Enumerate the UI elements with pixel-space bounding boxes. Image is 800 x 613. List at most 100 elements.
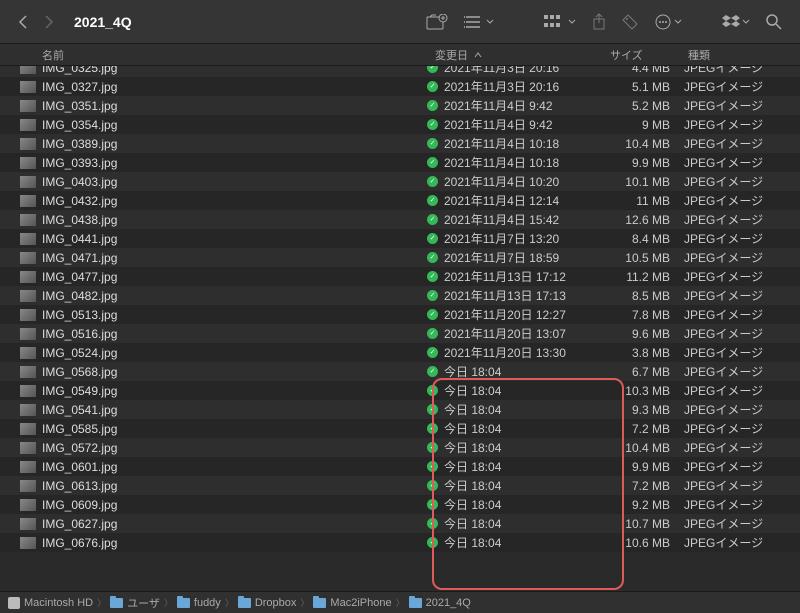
file-thumbnail-icon xyxy=(20,66,36,74)
file-row[interactable]: IMG_0325.jpg2021年11月3日 20:164.4 MBJPEGイメ… xyxy=(0,66,800,77)
sync-ok-icon xyxy=(427,347,438,358)
file-row[interactable]: IMG_0516.jpg2021年11月20日 13:079.6 MBJPEGイ… xyxy=(0,324,800,343)
file-name: IMG_0676.jpg xyxy=(42,536,117,550)
file-date-cell: 2021年11月20日 13:30 xyxy=(427,344,602,361)
file-date: 2021年11月4日 9:42 xyxy=(444,97,553,114)
file-row[interactable]: IMG_0471.jpg2021年11月7日 18:5910.5 MBJPEGイ… xyxy=(0,248,800,267)
file-date: 2021年11月13日 17:12 xyxy=(444,268,566,285)
file-name-cell: IMG_0477.jpg xyxy=(0,270,427,284)
file-name-cell: IMG_0471.jpg xyxy=(0,251,427,265)
file-row[interactable]: IMG_0389.jpg2021年11月4日 10:1810.4 MBJPEGイ… xyxy=(0,134,800,153)
file-name-cell: IMG_0327.jpg xyxy=(0,80,427,94)
file-row[interactable]: IMG_0432.jpg2021年11月4日 12:1411 MBJPEGイメー… xyxy=(0,191,800,210)
file-date: 今日 18:04 xyxy=(444,534,501,551)
sync-ok-icon xyxy=(427,81,438,92)
group-button[interactable] xyxy=(538,11,582,33)
sync-ok-icon xyxy=(427,309,438,320)
file-name-cell: IMG_0613.jpg xyxy=(0,479,427,493)
file-row[interactable]: IMG_0601.jpg今日 18:049.9 MBJPEGイメージ xyxy=(0,457,800,476)
sync-ok-icon xyxy=(427,385,438,396)
file-row[interactable]: IMG_0627.jpg今日 18:0410.7 MBJPEGイメージ xyxy=(0,514,800,533)
forward-button[interactable] xyxy=(38,11,60,33)
file-name-cell: IMG_0513.jpg xyxy=(0,308,427,322)
file-kind: JPEGイメージ xyxy=(680,496,800,513)
file-row[interactable]: IMG_0568.jpg今日 18:046.7 MBJPEGイメージ xyxy=(0,362,800,381)
file-size: 10.5 MB xyxy=(602,251,680,265)
more-button[interactable] xyxy=(648,9,688,35)
file-size: 5.2 MB xyxy=(602,99,680,113)
file-thumbnail-icon xyxy=(20,138,36,150)
file-size: 9.6 MB xyxy=(602,327,680,341)
file-kind: JPEGイメージ xyxy=(680,401,800,418)
breadcrumb-item[interactable]: Macintosh HD xyxy=(8,597,93,609)
file-name-cell: IMG_0438.jpg xyxy=(0,213,427,227)
file-thumbnail-icon xyxy=(20,480,36,492)
view-list-button[interactable] xyxy=(458,11,500,33)
tag-button[interactable] xyxy=(616,10,644,34)
file-row[interactable]: IMG_0524.jpg2021年11月20日 13:303.8 MBJPEGイ… xyxy=(0,343,800,362)
file-name: IMG_0516.jpg xyxy=(42,327,117,341)
file-row[interactable]: IMG_0441.jpg2021年11月7日 13:208.4 MBJPEGイメ… xyxy=(0,229,800,248)
sync-ok-icon xyxy=(427,461,438,472)
breadcrumb-item[interactable]: fuddy xyxy=(177,597,221,609)
file-row[interactable]: IMG_0327.jpg2021年11月3日 20:165.1 MBJPEGイメ… xyxy=(0,77,800,96)
file-row[interactable]: IMG_0609.jpg今日 18:049.2 MBJPEGイメージ xyxy=(0,495,800,514)
breadcrumb-item[interactable]: ユーザ xyxy=(110,595,160,611)
file-row[interactable]: IMG_0354.jpg2021年11月4日 9:429 MBJPEGイメージ xyxy=(0,115,800,134)
column-header-kind[interactable]: 種類 xyxy=(680,47,800,63)
file-row[interactable]: IMG_0549.jpg今日 18:0410.3 MBJPEGイメージ xyxy=(0,381,800,400)
sync-ok-icon xyxy=(427,423,438,434)
back-button[interactable] xyxy=(12,11,34,33)
file-name: IMG_0325.jpg xyxy=(42,66,117,75)
file-size: 9.3 MB xyxy=(602,403,680,417)
file-date-cell: 2021年11月4日 9:42 xyxy=(427,116,602,133)
file-row[interactable]: IMG_0585.jpg今日 18:047.2 MBJPEGイメージ xyxy=(0,419,800,438)
column-header-size[interactable]: サイズ xyxy=(602,47,680,63)
file-date-cell: 2021年11月4日 10:18 xyxy=(427,154,602,171)
file-kind: JPEGイメージ xyxy=(680,458,800,475)
file-kind: JPEGイメージ xyxy=(680,534,800,551)
file-date: 2021年11月4日 15:42 xyxy=(444,211,559,228)
file-row[interactable]: IMG_0513.jpg2021年11月20日 12:277.8 MBJPEGイ… xyxy=(0,305,800,324)
sync-ok-icon xyxy=(427,442,438,453)
file-date: 2021年11月3日 20:16 xyxy=(444,78,559,95)
file-row[interactable]: IMG_0482.jpg2021年11月13日 17:138.5 MBJPEGイ… xyxy=(0,286,800,305)
file-date-cell: 今日 18:04 xyxy=(427,420,602,437)
file-row[interactable]: IMG_0613.jpg今日 18:047.2 MBJPEGイメージ xyxy=(0,476,800,495)
folder-icon xyxy=(177,598,190,608)
breadcrumb-item[interactable]: Dropbox xyxy=(238,597,297,609)
file-row[interactable]: IMG_0477.jpg2021年11月13日 17:1211.2 MBJPEG… xyxy=(0,267,800,286)
share-button[interactable] xyxy=(586,9,612,35)
file-thumbnail-icon xyxy=(20,290,36,302)
sync-ok-icon xyxy=(427,195,438,206)
file-name-cell: IMG_0482.jpg xyxy=(0,289,427,303)
new-folder-button[interactable] xyxy=(420,10,454,34)
file-size: 7.8 MB xyxy=(602,308,680,322)
breadcrumb-item[interactable]: Mac2iPhone xyxy=(313,597,391,609)
breadcrumb-item[interactable]: 2021_4Q xyxy=(409,597,471,609)
file-thumbnail-icon xyxy=(20,385,36,397)
file-thumbnail-icon xyxy=(20,157,36,169)
file-list: IMG_0325.jpg2021年11月3日 20:164.4 MBJPEGイメ… xyxy=(0,66,800,591)
file-row[interactable]: IMG_0541.jpg今日 18:049.3 MBJPEGイメージ xyxy=(0,400,800,419)
file-name: IMG_0609.jpg xyxy=(42,498,117,512)
file-row[interactable]: IMG_0572.jpg今日 18:0410.4 MBJPEGイメージ xyxy=(0,438,800,457)
column-header-date[interactable]: 変更日 xyxy=(427,47,602,63)
file-date: 2021年11月7日 13:20 xyxy=(444,230,559,247)
file-date: 今日 18:04 xyxy=(444,420,501,437)
sync-ok-icon xyxy=(427,271,438,282)
file-name: IMG_0351.jpg xyxy=(42,99,117,113)
column-header-name[interactable]: 名前 xyxy=(0,47,427,63)
file-row[interactable]: IMG_0438.jpg2021年11月4日 15:4212.6 MBJPEGイ… xyxy=(0,210,800,229)
toolbar: 2021_4Q xyxy=(0,0,800,44)
search-button[interactable] xyxy=(760,10,788,34)
file-thumbnail-icon xyxy=(20,537,36,549)
file-row[interactable]: IMG_0403.jpg2021年11月4日 10:2010.1 MBJPEGイ… xyxy=(0,172,800,191)
sync-ok-icon xyxy=(427,366,438,377)
file-row[interactable]: IMG_0393.jpg2021年11月4日 10:189.9 MBJPEGイメ… xyxy=(0,153,800,172)
file-row[interactable]: IMG_0676.jpg今日 18:0410.6 MBJPEGイメージ xyxy=(0,533,800,552)
file-row[interactable]: IMG_0351.jpg2021年11月4日 9:425.2 MBJPEGイメー… xyxy=(0,96,800,115)
breadcrumb-label: Macintosh HD xyxy=(24,597,93,609)
breadcrumb-label: ユーザ xyxy=(127,595,160,611)
dropbox-button[interactable] xyxy=(716,10,756,34)
